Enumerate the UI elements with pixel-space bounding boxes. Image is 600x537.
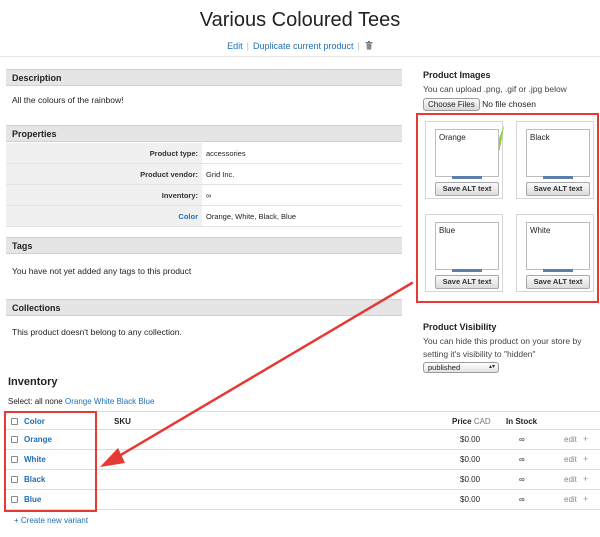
annotation-arrow: [100, 281, 414, 467]
